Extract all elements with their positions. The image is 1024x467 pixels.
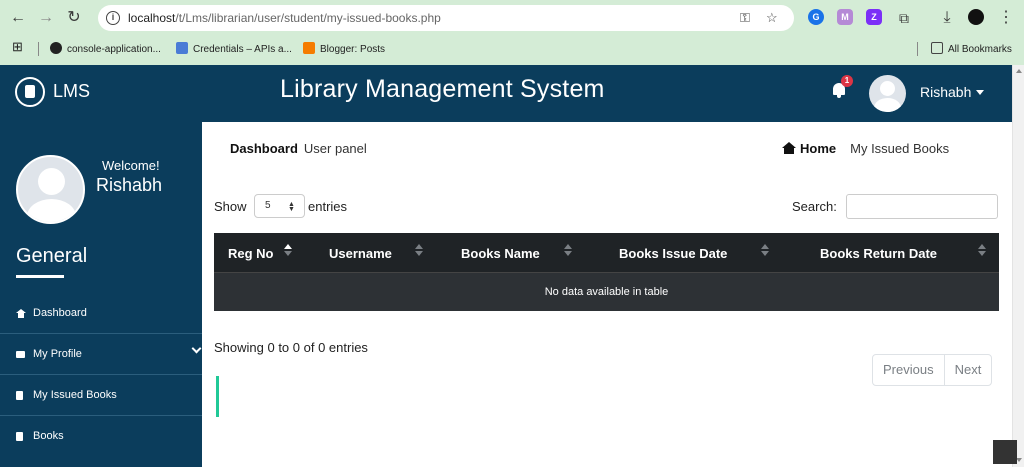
column-header-username[interactable]: Username: [329, 246, 392, 261]
page-title: Library Management System: [280, 75, 605, 103]
caret-down-icon: [976, 90, 985, 95]
bookmark-item[interactable]: Credentials – APIs a...: [176, 42, 292, 55]
folder-icon: [931, 42, 943, 54]
blogger-icon: [303, 42, 315, 54]
browser-chrome: ← → ↻ i localhost/t/Lms/librarian/user/s…: [0, 0, 1024, 65]
sort-icon[interactable]: [415, 244, 423, 258]
watermark-logo: [993, 440, 1017, 464]
entries-label: entries: [308, 199, 348, 214]
sort-icon[interactable]: [761, 244, 769, 258]
column-header-reg-no[interactable]: Reg No: [228, 246, 274, 261]
next-button[interactable]: Next: [945, 355, 992, 385]
sidebar-item-dashboard[interactable]: Dashboard: [0, 294, 202, 334]
column-header-issue-date[interactable]: Books Issue Date: [619, 246, 727, 261]
sidebar-avatar: [16, 155, 85, 224]
sidebar-item-label: My Issued Books: [33, 389, 117, 401]
sort-icon[interactable]: [978, 244, 986, 258]
site-info-icon[interactable]: i: [106, 11, 120, 25]
extension-icon[interactable]: Z: [866, 9, 882, 25]
book-icon: [16, 432, 23, 441]
section-divider: [16, 275, 64, 278]
sidebar-item-label: Dashboard: [33, 307, 87, 319]
table-header: Reg No Username Books Name Books Issue D…: [214, 233, 999, 272]
user-menu[interactable]: Rishabh: [920, 84, 985, 100]
accent-bar: [216, 376, 219, 417]
bookmark-item[interactable]: Blogger: Posts: [303, 42, 385, 55]
table-info: Showing 0 to 0 of 0 entries: [214, 340, 368, 355]
sidebar-user-name: Rishabh: [96, 175, 163, 195]
home-icon[interactable]: [782, 142, 796, 154]
pagination: Previous Next: [872, 354, 993, 386]
sidebar: Welcome! Rishabh General Dashboard My Pr…: [0, 122, 202, 467]
address-bar[interactable]: i localhost/t/Lms/librarian/user/student…: [98, 5, 794, 31]
search-input[interactable]: [846, 194, 998, 219]
heading-subtitle: User panel: [303, 141, 367, 156]
bookmark-item[interactable]: console-application...: [50, 42, 161, 55]
apps-grid-icon[interactable]: ⊞: [12, 39, 23, 55]
scroll-up-icon[interactable]: [1016, 69, 1022, 73]
sort-asc-icon[interactable]: [284, 244, 292, 258]
avatar[interactable]: [869, 75, 906, 112]
page-scrollbar[interactable]: [1012, 65, 1024, 467]
entries-select[interactable]: 5 ▲ ▼: [254, 194, 305, 218]
search-label: Search:: [792, 199, 837, 214]
column-header-books-name[interactable]: Books Name: [461, 246, 540, 261]
book-logo-icon[interactable]: [15, 77, 45, 107]
breadcrumb: Home My Issued Books: [782, 141, 949, 156]
bookmarks-bar: ⊞ console-application... Credentials – A…: [0, 38, 1024, 60]
entries-value: 5: [265, 200, 271, 211]
notification-badge: 1: [841, 75, 853, 87]
welcome-text: Welcome!: [102, 158, 160, 173]
bookmark-separator: [917, 42, 918, 56]
sidebar-item-label: My Profile: [33, 348, 82, 360]
id-card-icon: [16, 351, 25, 358]
show-label: Show: [214, 199, 247, 214]
extension-icon[interactable]: M: [837, 9, 853, 25]
url-text: localhost/t/Lms/librarian/user/student/m…: [128, 11, 441, 25]
user-name: Rishabh: [920, 84, 972, 100]
breadcrumb-current: My Issued Books: [850, 141, 950, 156]
heading-title: Dashboard: [230, 141, 298, 156]
back-icon[interactable]: ←: [8, 8, 28, 28]
section-title: General: [16, 245, 88, 267]
book-icon: [16, 391, 23, 400]
bookmark-separator: [38, 42, 39, 56]
breadcrumb-home-link[interactable]: Home: [800, 141, 836, 156]
bookmark-star-icon[interactable]: ☆: [766, 10, 778, 26]
extension-icon[interactable]: G: [808, 9, 824, 25]
github-icon: [50, 42, 62, 54]
home-icon: [16, 309, 26, 318]
menu-dots-icon[interactable]: ⋮: [996, 8, 1016, 28]
page-heading: Dashboard User panel: [230, 141, 367, 156]
logo-text[interactable]: LMS: [53, 81, 90, 102]
sort-icon[interactable]: [564, 244, 572, 258]
sidebar-item-my-issued-books[interactable]: My Issued Books: [0, 376, 202, 416]
reload-icon[interactable]: ↻: [64, 8, 84, 28]
empty-table-row: No data available in table: [214, 272, 999, 311]
chevron-down-icon[interactable]: [191, 343, 202, 354]
extensions-puzzle-icon[interactable]: ⧉: [894, 8, 914, 28]
app-header: LMS Library Management System 1 Rishabh: [0, 65, 1012, 122]
profile-avatar-icon[interactable]: [968, 9, 984, 25]
sidebar-item-label: Books: [33, 430, 64, 442]
forward-icon[interactable]: →: [36, 8, 56, 28]
api-icon: [176, 42, 188, 54]
password-key-icon[interactable]: ⚿: [740, 10, 750, 26]
download-icon[interactable]: ⤓: [937, 8, 957, 28]
select-arrows-icon: ▲ ▼: [288, 201, 295, 213]
issued-books-table: Reg No Username Books Name Books Issue D…: [214, 233, 999, 311]
all-bookmarks[interactable]: All Bookmarks: [931, 42, 1012, 55]
sidebar-item-books[interactable]: Books: [0, 417, 202, 457]
sidebar-item-my-profile[interactable]: My Profile: [0, 335, 202, 375]
column-header-return-date[interactable]: Books Return Date: [820, 246, 937, 261]
previous-button[interactable]: Previous: [873, 355, 945, 385]
main-content: Dashboard User panel Home My Issued Books …: [202, 122, 1012, 467]
